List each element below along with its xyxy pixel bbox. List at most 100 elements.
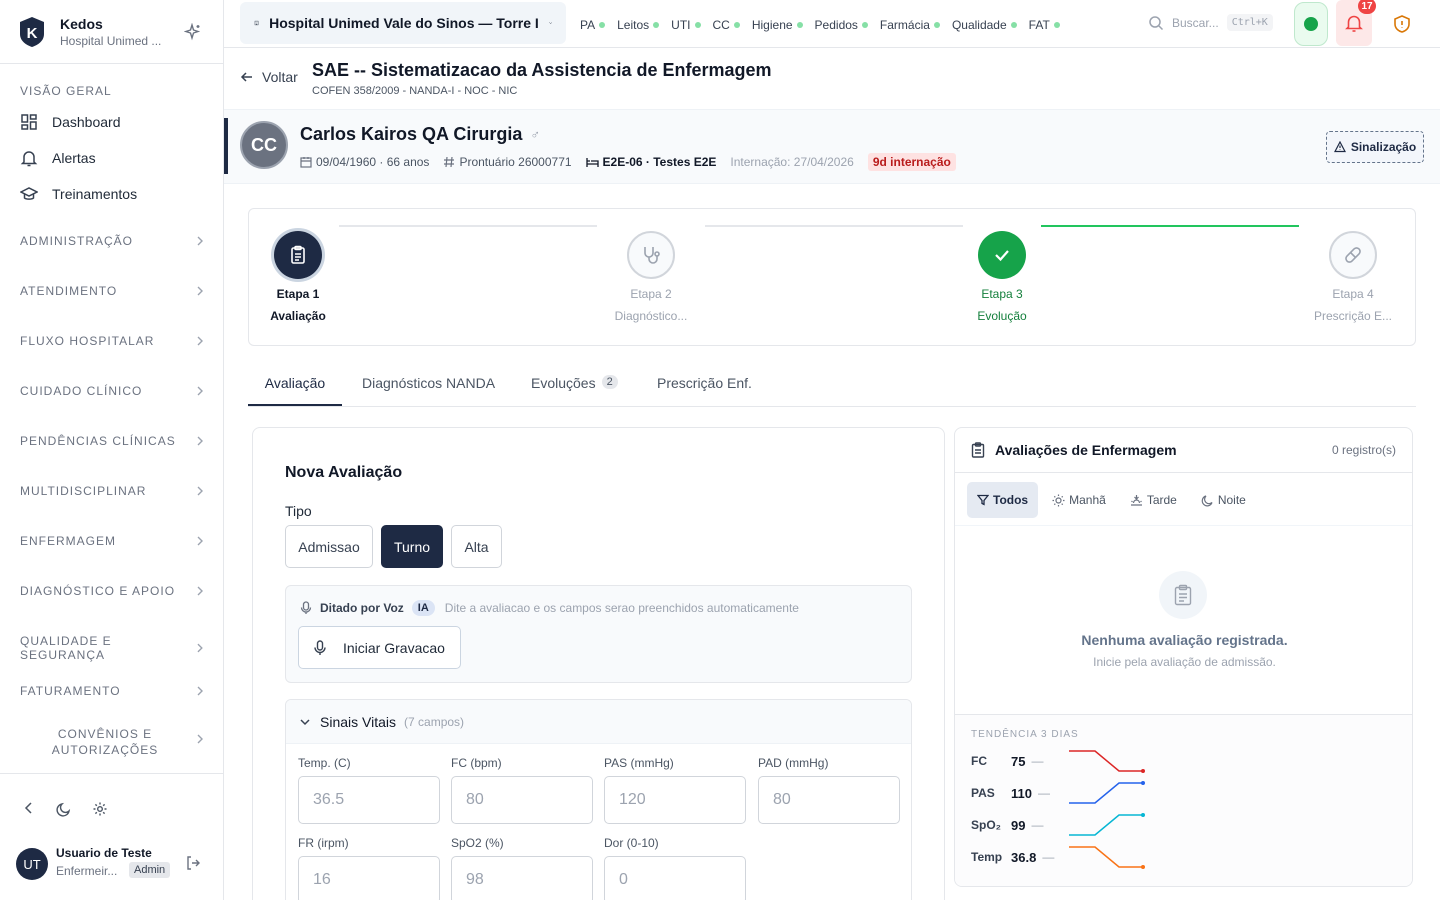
sidebar-group-convenios[interactable]: CONVÊNIOS E AUTORIZAÇÕES [20,726,204,758]
step-4[interactable]: Etapa 4 Prescrição E... [1293,231,1413,323]
sparkle-icon[interactable] [184,23,202,41]
type-turno-button[interactable]: Turno [381,525,443,568]
step-name: Diagnóstico... [614,309,688,323]
user-avatar[interactable]: UT [16,848,48,880]
spo2-field: SpO2 (%) 98 [451,836,593,900]
pad-input[interactable]: 80 [758,776,900,824]
system-status-indicator[interactable] [1294,2,1328,46]
step-1[interactable]: Etapa 1 Avaliação [238,231,358,323]
filter-todos[interactable]: Todos [967,482,1039,518]
sidebar-item-dashboard[interactable]: Dashboard [20,110,121,134]
group-label: QUALIDADE E SEGURANÇA [20,634,112,662]
role-badge: Admin [129,862,171,878]
gear-icon[interactable] [92,801,108,817]
tab-prescricao[interactable]: Prescrição Enf. [657,368,752,406]
filter-label: Noite [1217,493,1246,507]
chevron-right-icon [197,643,204,653]
notifications-button[interactable]: 17 [1336,0,1376,46]
step-label: Etapa 4 [1332,287,1374,301]
sae-stepper: Etapa 1 Avaliação Etapa 2 Diagnóstico...… [248,208,1416,346]
sidebar-group-pendencias[interactable]: PENDÊNCIAS CLÍNICAS [20,434,204,448]
sidebar-group-enfermagem[interactable]: ENFERMAGEM [20,534,204,548]
patient-birth: 09/04/1960 · 66 anos [300,155,429,169]
filter-noite[interactable]: Noite [1191,482,1256,518]
quick-nav-higiene[interactable]: Higiene [752,18,803,32]
dor-input[interactable]: 0 [604,856,746,900]
bell-icon [20,151,38,167]
sidebar-item-treinamentos[interactable]: Treinamentos [20,182,137,206]
logout-icon[interactable] [185,855,201,871]
back-button[interactable]: Voltar [240,69,298,85]
sidebar-group-fluxo-hospitalar[interactable]: FLUXO HOSPITALAR [20,334,204,348]
tab-avaliacao[interactable]: Avaliação [248,368,342,406]
sunset-icon [1130,494,1142,506]
quick-nav-farmacia[interactable]: Farmácia [880,18,940,32]
fc-field: FC (bpm) 80 [451,756,593,824]
fc-input[interactable]: 80 [451,776,593,824]
trend-key: Temp [971,850,1003,864]
status-dot [1304,17,1318,31]
collapse-sidebar-icon[interactable] [22,801,36,815]
filter-label: Todos [993,493,1029,507]
search-icon [1149,15,1164,30]
sidebar-group-diagnostico[interactable]: DIAGNÓSTICO E APOIO [20,584,204,598]
sidebar-group-atendimento[interactable]: ATENDIMENTO [20,284,204,298]
shield-alert-icon[interactable] [1392,14,1412,34]
step-2[interactable]: Etapa 2 Diagnóstico... [591,231,711,323]
quick-nav-leitos[interactable]: Leitos [617,18,660,32]
stay-badge: 9d internação [867,153,956,171]
quick-nav-qualidade[interactable]: Qualidade [952,18,1017,32]
step-name: Prescrição E... [1313,309,1393,323]
bell-icon [1345,15,1363,32]
step-label: Etapa 2 [630,287,672,301]
kedos-logo[interactable]: K [19,16,45,48]
patient-name-row: Carlos Kairos QA Cirurgia ♂ [300,124,540,145]
shift-filters: Todos Manhã Tarde Noite [967,482,1256,518]
sidebar-group-administracao[interactable]: ADMINISTRAÇÃO [20,234,204,248]
start-recording-button[interactable]: Iniciar Gravacao [298,626,461,669]
filter-tarde[interactable]: Tarde [1120,482,1187,518]
spo2-input[interactable]: 98 [451,856,593,900]
quick-nav-fat[interactable]: FAT [1029,18,1060,32]
filter-manha[interactable]: Manhã [1042,482,1116,518]
fr-input[interactable]: 16 [298,856,440,900]
patient-meta: 09/04/1960 · 66 anos Prontuário 26000771… [300,153,956,171]
global-search[interactable]: Buscar... Ctrl+K [1148,14,1273,31]
hospital-selector[interactable]: Hospital Unimed Vale do Sinos — Torre I [240,2,566,44]
patient-name[interactable]: Carlos Kairos QA Cirurgia [300,124,522,145]
step-connector [339,225,597,227]
sidebar-group-cuidado-clinico[interactable]: CUIDADO CLÍNICO [20,384,204,398]
brand-header: K Kedos Hospital Unimed ... [0,0,223,64]
voice-header: Ditado por Voz IA Dite a avaliacao e os … [300,600,799,616]
trend-value: 110 [1011,785,1032,801]
signal-button[interactable]: Sinalização [1326,131,1424,163]
sidebar-item-alertas[interactable]: Alertas [20,146,96,170]
status-dot [694,22,701,28]
type-admissao-button[interactable]: Admissao [285,525,373,568]
quick-nav-label: CC [712,18,730,32]
step-3[interactable]: Etapa 3 Evolução [942,231,1062,323]
chevron-right-icon [197,486,203,496]
quick-nav-pa[interactable]: PA [580,18,606,32]
temp-input[interactable]: 36.5 [298,776,440,824]
vital-signs-header[interactable]: Sinais Vitais (7 campos) [286,700,911,744]
svg-text:K: K [27,25,38,42]
tab-diagnosticos[interactable]: Diagnósticos NANDA [362,368,495,406]
quick-nav-cc[interactable]: CC [713,18,740,32]
quick-nav-uti[interactable]: UTI [671,18,701,32]
pill-icon [1329,231,1377,279]
group-label: ATENDIMENTO [20,284,118,298]
sidebar-group-faturamento[interactable]: FATURAMENTO [20,684,204,698]
search-shortcut: Ctrl+K [1226,14,1273,31]
assessments-title: Avaliações de Enfermagem [995,442,1177,458]
tab-evolucoes[interactable]: Evoluções 2 [531,368,618,406]
sidebar-group-multidisciplinar[interactable]: MULTIDISCIPLINAR [20,484,204,498]
quick-nav-pedidos[interactable]: Pedidos [815,18,868,32]
moon-icon[interactable] [56,801,72,817]
trend-value: 99 [1011,817,1026,833]
sidebar-group-qualidade[interactable]: QUALIDADE E SEGURANÇA [20,634,204,662]
user-role: Enfermeir... [56,864,118,878]
pas-input[interactable]: 120 [604,776,746,824]
type-alta-button[interactable]: Alta [451,525,502,568]
graduation-cap-icon [20,187,38,200]
